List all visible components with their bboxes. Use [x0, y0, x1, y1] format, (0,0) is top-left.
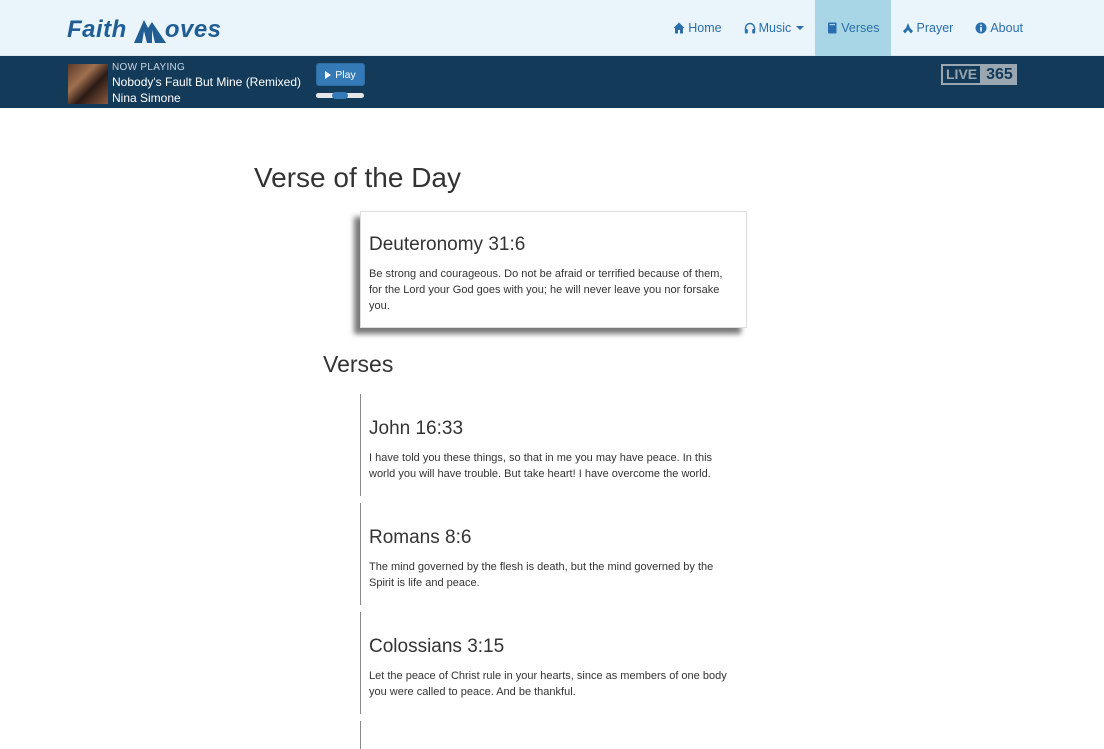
- play-button[interactable]: Play: [316, 63, 365, 86]
- verse-text: Let the peace of Christ rule in your hea…: [369, 670, 727, 698]
- now-playing-label: NOW PLAYING: [112, 62, 186, 73]
- nav-prayer[interactable]: Prayer: [891, 0, 965, 56]
- verses-heading: Verses: [323, 351, 394, 377]
- main-nav: Home Music Verses Prayer About: [662, 0, 1034, 56]
- verse-item: Colossians 3:15 Let the peace of Christ …: [360, 612, 740, 714]
- verse-item: Romans 8:6 The mind governed by the fles…: [360, 503, 740, 605]
- verse-item-partial: [360, 721, 740, 749]
- volume-handle[interactable]: [332, 92, 348, 99]
- home-icon: [673, 22, 685, 34]
- now-playing-bar: NOW PLAYING Nobody's Fault But Mine (Rem…: [0, 56, 1104, 108]
- verse-item: John 16:33 I have told you these things,…: [360, 394, 740, 496]
- verse-of-day-card: Deuteronomy 31:6 Be strong and courageou…: [360, 211, 747, 328]
- verse-of-day-reference: Deuteronomy 31:6: [369, 234, 526, 255]
- page-title: Verse of the Day: [254, 162, 462, 193]
- nav-about[interactable]: About: [964, 0, 1034, 56]
- chevron-down-icon: [796, 26, 805, 30]
- nav-about-label: About: [990, 21, 1023, 35]
- nav-home-label: Home: [688, 21, 722, 35]
- play-icon: [325, 70, 332, 79]
- verse-text: I have told you these things, so that in…: [369, 452, 713, 480]
- verse-reference: Romans 8:6: [369, 527, 472, 548]
- nav-verses[interactable]: Verses: [815, 0, 891, 56]
- verse-reference: Colossians 3:15: [369, 636, 505, 657]
- verse-reference: John 16:33: [369, 418, 464, 439]
- nav-music-dropdown[interactable]: Music: [733, 0, 816, 56]
- track-title: Nobody's Fault But Mine (Remixed): [112, 75, 302, 89]
- headphones-icon: [744, 22, 755, 34]
- nav-prayer-label: Prayer: [916, 21, 954, 35]
- nav-music-label: Music: [758, 21, 792, 35]
- book-icon: [828, 22, 837, 34]
- volume-slider[interactable]: [316, 92, 364, 99]
- logo-text-moves: oves: [164, 16, 222, 43]
- play-button-label: Play: [335, 68, 356, 81]
- verse-of-day-text: Be strong and courageous. Do not be afra…: [369, 268, 723, 312]
- album-art: [68, 64, 108, 104]
- praying-hands-icon: [902, 23, 913, 34]
- verse-text: The mind governed by the flesh is death,…: [369, 561, 714, 589]
- nav-verses-label: Verses: [841, 21, 880, 35]
- site-logo[interactable]: Faith oves: [67, 14, 222, 44]
- top-navbar: Faith oves Home Music Verses Prayer Abou…: [0, 0, 1104, 56]
- live365-logo-live: LIVE: [941, 64, 983, 85]
- info-circle-icon: [975, 22, 987, 34]
- nav-home[interactable]: Home: [662, 0, 732, 56]
- live365-logo-365: 365: [982, 64, 1017, 85]
- live365-logo[interactable]: LIVE 365: [941, 64, 1017, 85]
- mountain-logo-icon: [133, 20, 166, 43]
- track-artist: Nina Simone: [112, 91, 181, 105]
- logo-text-faith: Faith: [67, 16, 127, 43]
